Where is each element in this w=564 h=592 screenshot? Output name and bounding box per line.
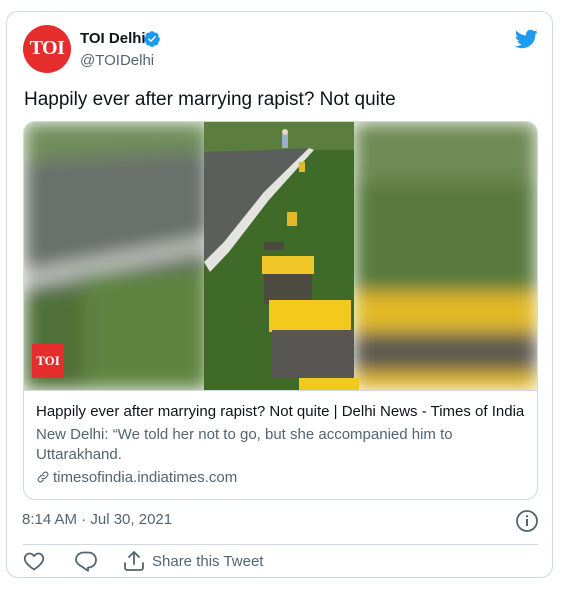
toi-badge: TOI bbox=[36, 353, 60, 368]
link-preview-card[interactable]: TOI Happily ever after marrying rapist? … bbox=[23, 121, 538, 500]
link-card-domain: timesofindia.indiatimes.com bbox=[36, 469, 237, 486]
twitter-bird-icon[interactable] bbox=[514, 27, 538, 51]
reply-icon[interactable] bbox=[74, 549, 98, 573]
article-thumbnail-image bbox=[24, 122, 537, 390]
info-icon[interactable] bbox=[515, 509, 539, 533]
handle[interactable]: @TOIDelhi bbox=[80, 52, 154, 69]
tweet-card: TOI TOI Delhi @TOIDelhi Happily ever aft… bbox=[6, 11, 553, 578]
avatar[interactable]: TOI bbox=[23, 25, 71, 73]
tweet-timestamp[interactable]: 8:14 AM · Jul 30, 2021 bbox=[22, 511, 172, 528]
verified-badge-icon bbox=[144, 31, 160, 47]
divider bbox=[23, 544, 538, 545]
link-card-body: Happily ever after marrying rapist? Not … bbox=[24, 390, 537, 499]
tweet-text: Happily ever after marrying rapist? Not … bbox=[24, 89, 396, 110]
link-card-title: Happily ever after marrying rapist? Not … bbox=[36, 403, 525, 420]
link-card-description: New Delhi: “We told her not to go, but s… bbox=[36, 426, 453, 463]
share-label: Share this Tweet bbox=[152, 552, 264, 570]
share-tweet-button[interactable]: Share this Tweet bbox=[122, 549, 263, 573]
share-icon bbox=[124, 551, 144, 571]
link-card-domain-text: timesofindia.indiatimes.com bbox=[53, 469, 238, 486]
link-icon bbox=[37, 471, 49, 483]
display-name[interactable]: TOI Delhi bbox=[80, 30, 146, 47]
heart-icon[interactable] bbox=[22, 549, 46, 573]
avatar-logo-text: TOI bbox=[29, 37, 65, 59]
